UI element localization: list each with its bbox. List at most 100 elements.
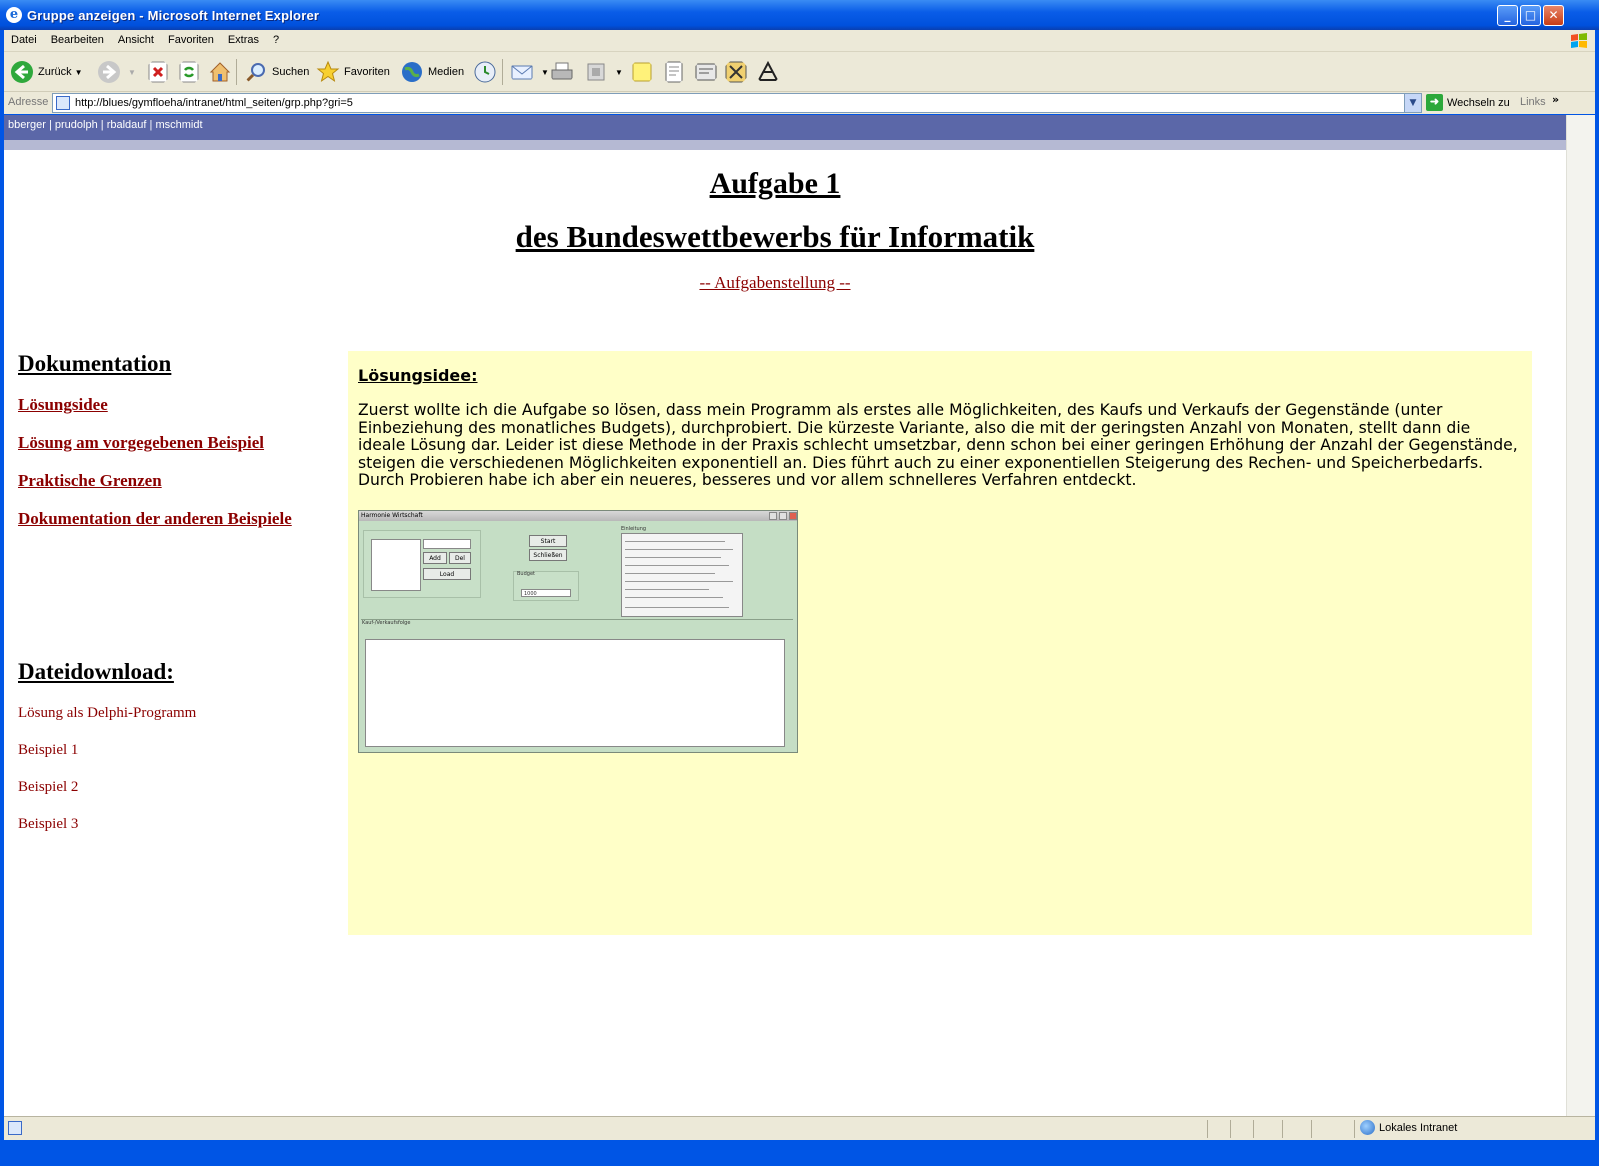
window-title: Gruppe anzeigen - Microsoft Internet Exp…	[27, 8, 320, 23]
address-input[interactable]: http://blues/gymfloeha/intranet/html_sei…	[52, 93, 1422, 113]
menu-bearbeiten[interactable]: Bearbeiten	[44, 30, 111, 46]
screenshot-budget-input: 1000	[521, 589, 571, 597]
mail-button[interactable]: ▼	[510, 59, 549, 85]
edit-button[interactable]: ▼	[584, 59, 623, 85]
user-list: bberger | prudolph | rbaldauf | mschmidt	[8, 119, 203, 131]
menu-favoriten[interactable]: Favoriten	[161, 30, 221, 46]
screenshot-minimize-icon	[769, 512, 777, 520]
mail-dropdown-icon[interactable]: ▼	[541, 68, 549, 77]
page-subtitle: des Bundeswettbewerbs für Informatik	[515, 219, 1035, 254]
close-button[interactable]: ✕	[1543, 5, 1564, 26]
address-bar: Adresse http://blues/gymfloeha/intranet/…	[4, 92, 1595, 114]
favorites-label: Favoriten	[344, 66, 390, 78]
back-button[interactable]: Zurück ▼	[10, 59, 83, 85]
download-link-beispiel1[interactable]: Beispiel 1	[18, 742, 78, 759]
screenshot-del-button: Del	[449, 552, 471, 564]
menu-ansicht[interactable]: Ansicht	[111, 30, 161, 46]
plugin-icon	[757, 60, 779, 81]
doc-link-beispiel[interactable]: Lösung am vorgegebenen Beispiel	[18, 433, 264, 453]
research-button[interactable]	[662, 59, 690, 85]
intranet-globe-icon	[1360, 1120, 1375, 1135]
refresh-button[interactable]	[177, 59, 205, 85]
mail-icon	[511, 65, 533, 80]
screenshot-stop-button: Schließen	[529, 549, 567, 561]
menu-extras[interactable]: Extras	[221, 30, 266, 46]
content-panel: Lösungsidee: Zuerst wollte ich die Aufga…	[348, 351, 1532, 935]
favorites-button[interactable]: Favoriten	[316, 59, 390, 85]
page-icon	[56, 96, 70, 110]
back-dropdown-icon[interactable]: ▼	[75, 68, 83, 77]
star-icon	[316, 60, 340, 83]
printer-icon	[551, 62, 573, 80]
history-icon	[474, 61, 496, 83]
messenger-button[interactable]	[694, 59, 722, 85]
search-icon	[245, 63, 265, 83]
status-divider	[1354, 1120, 1355, 1138]
user-link[interactable]: bberger	[8, 119, 46, 131]
screenshot-item-input	[423, 539, 471, 549]
content-heading: Lösungsidee:	[358, 366, 478, 385]
screenshot-divider	[361, 619, 793, 620]
screenshot-text-line	[625, 541, 725, 542]
minimize-button[interactable]: _	[1497, 5, 1518, 26]
go-button[interactable]: ➜ Wechseln zu	[1426, 94, 1510, 111]
content-paragraph: Zuerst wollte ich die Aufgabe so lösen, …	[358, 401, 1518, 489]
user-link[interactable]: rbaldauf	[107, 119, 147, 131]
screenshot-start-button: Start	[529, 535, 567, 547]
doc-link-grenzen[interactable]: Praktische Grenzen	[18, 471, 162, 491]
screenshot-text-line	[625, 557, 721, 558]
media-label: Medien	[428, 66, 465, 78]
page-title: Aufgabe 1	[709, 167, 841, 200]
doc-link-loesungsidee[interactable]: Lösungsidee	[18, 395, 108, 415]
address-label: Adresse	[8, 96, 49, 108]
history-button[interactable]	[473, 59, 501, 85]
user-link[interactable]: prudolph	[55, 119, 98, 131]
menu-help[interactable]: ?	[266, 30, 286, 46]
task-link[interactable]: -- Aufgabenstellung --	[4, 273, 1546, 293]
screenshot-text-line	[625, 589, 709, 590]
status-bar: Lokales Intranet	[4, 1116, 1595, 1140]
status-divider	[1282, 1120, 1283, 1138]
address-url[interactable]: http://blues/gymfloeha/intranet/html_sei…	[75, 97, 353, 109]
ie-logo-icon: e	[6, 7, 22, 23]
user-bar-divider	[4, 140, 1566, 150]
plugin-button[interactable]	[756, 59, 784, 85]
forward-button[interactable]: ▼	[97, 59, 136, 85]
home-button[interactable]	[208, 59, 236, 85]
links-label[interactable]: Links	[1520, 96, 1546, 108]
go-arrow-icon: ➜	[1426, 94, 1443, 111]
document-icon	[665, 61, 683, 83]
screenshot-help-label: Einleitung	[621, 526, 647, 532]
download-link-beispiel3[interactable]: Beispiel 3	[18, 816, 78, 833]
tools-button[interactable]	[724, 59, 752, 85]
program-screenshot: Harmonie Wirtschaft Add Del Load Start S…	[358, 510, 798, 753]
screenshot-help-text	[621, 533, 743, 617]
note-icon	[632, 62, 652, 82]
doc-link-andere-beispiele[interactable]: Dokumentation der anderen Beispiele	[18, 509, 292, 529]
media-button[interactable]: Medien	[400, 59, 464, 85]
search-button[interactable]: Suchen	[244, 59, 309, 85]
vertical-scrollbar[interactable]	[1566, 115, 1595, 1116]
download-link-program[interactable]: Lösung als Delphi-Programm	[18, 705, 196, 722]
forward-dropdown-icon[interactable]: ▼	[128, 68, 136, 77]
user-bar: bberger | prudolph | rbaldauf | mschmidt	[4, 115, 1566, 140]
back-arrow-icon	[11, 61, 33, 83]
download-link-beispiel2[interactable]: Beispiel 2	[18, 779, 78, 796]
screenshot-text-line	[625, 549, 733, 550]
menu-bar: Datei Bearbeiten Ansicht Favoriten Extras?	[4, 30, 1595, 52]
zone-label: Lokales Intranet	[1379, 1121, 1458, 1134]
status-divider	[1311, 1120, 1312, 1138]
page-viewport: bberger | prudolph | rbaldauf | mschmidt…	[4, 115, 1566, 1116]
user-link[interactable]: mschmidt	[155, 119, 202, 131]
stop-icon	[148, 61, 168, 83]
stop-button[interactable]	[146, 59, 174, 85]
maximize-button[interactable]: □	[1520, 5, 1541, 26]
print-button[interactable]	[550, 59, 578, 85]
edit-dropdown-icon[interactable]: ▼	[615, 68, 623, 77]
chevron-right-icon[interactable]: »	[1552, 93, 1559, 106]
toolbar-separator	[502, 59, 503, 85]
address-dropdown-icon[interactable]: ▼	[1404, 94, 1421, 112]
status-divider	[1230, 1120, 1231, 1138]
menu-datei[interactable]: Datei	[4, 30, 44, 46]
notes-button[interactable]	[630, 59, 658, 85]
